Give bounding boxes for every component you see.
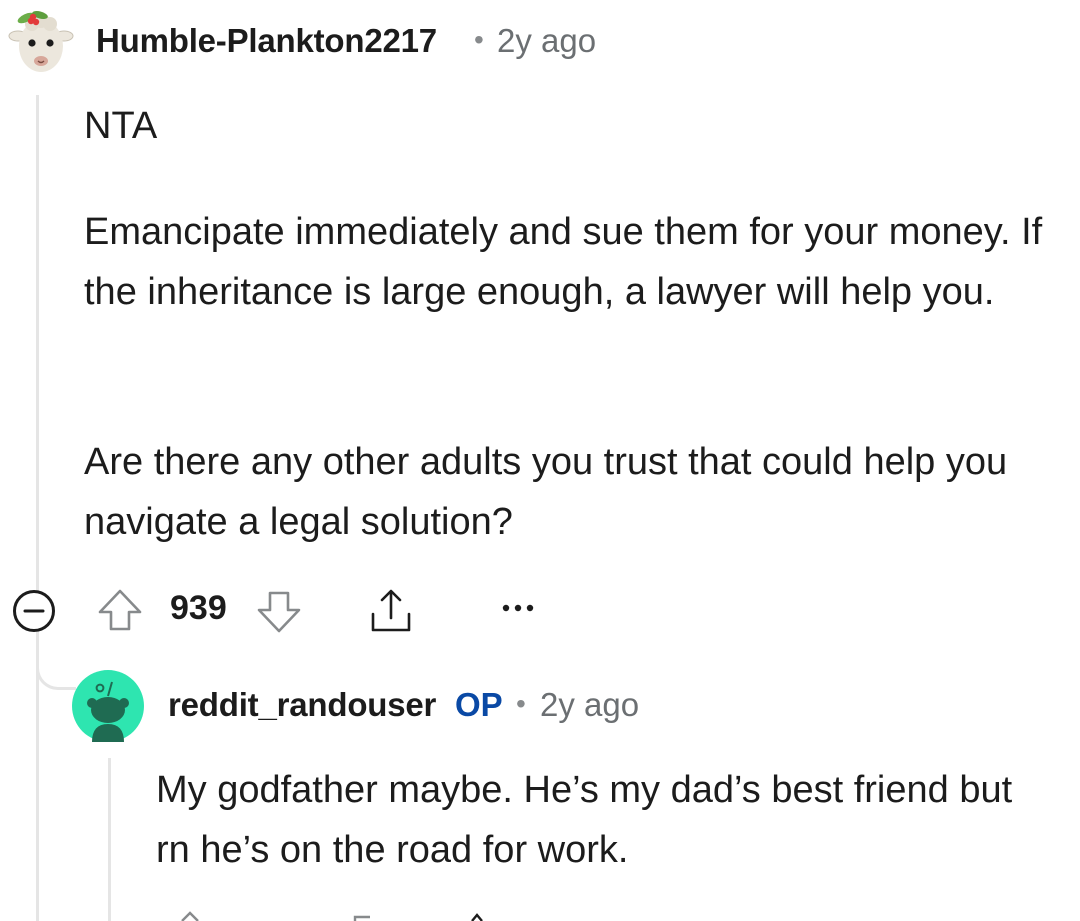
comment-timestamp: 2y ago (497, 22, 597, 59)
meta-separator: • (516, 688, 526, 719)
more-options-icon[interactable] (498, 596, 538, 620)
snoo-llama-avatar-icon[interactable] (8, 6, 74, 76)
comment-username[interactable]: Humble-Plankton2217 (96, 22, 437, 60)
collapse-thread-icon[interactable] (12, 589, 56, 633)
downvote-icon[interactable] (255, 588, 303, 636)
comment-paragraph-3: Are there any other adults you trust tha… (84, 441, 1008, 543)
share-icon[interactable] (366, 586, 416, 636)
reply-username[interactable]: reddit_randouser (168, 686, 436, 724)
reply-text: My godfather maybe. He’s my dad’s best f… (156, 769, 1013, 871)
snoo-avatar-icon[interactable] (72, 670, 144, 742)
vote-score: 939 (170, 589, 227, 627)
comment-paragraph-2: Emancipate immediately and sue them for … (84, 211, 1043, 313)
reply-action-bar-partial (181, 911, 483, 921)
reply-thread-line[interactable] (108, 758, 111, 921)
comment-paragraph-1: NTA (84, 105, 158, 147)
thread-line[interactable] (36, 95, 39, 921)
meta-separator: • (474, 24, 484, 55)
reply-thread-connector (36, 640, 76, 690)
reply-timestamp: 2y ago (540, 686, 640, 723)
upvote-icon[interactable] (96, 586, 144, 634)
op-badge: OP (455, 686, 503, 723)
